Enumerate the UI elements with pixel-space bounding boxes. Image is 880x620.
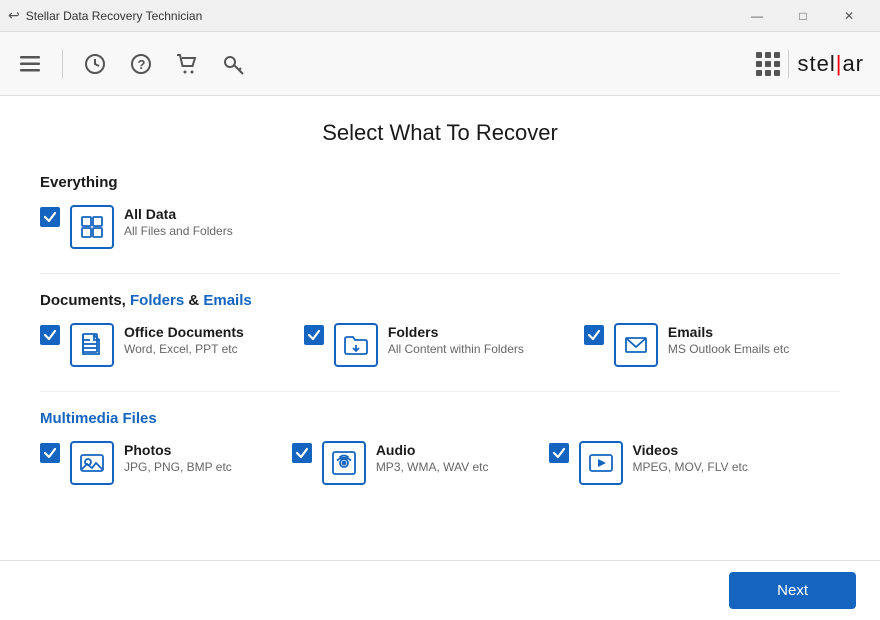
emails-desc: MS Outlook Emails etc bbox=[668, 341, 789, 358]
dot bbox=[756, 70, 762, 76]
emails-name: Emails bbox=[668, 323, 789, 341]
photos-name: Photos bbox=[124, 441, 232, 459]
section-documents: Documents, Folders & Emails bbox=[40, 292, 840, 367]
menu-icon[interactable] bbox=[16, 50, 44, 78]
section-title-multimedia: Multimedia Files bbox=[40, 410, 840, 427]
footer: Next bbox=[0, 560, 880, 620]
photos-checkbox[interactable] bbox=[40, 443, 60, 463]
close-button[interactable]: ✕ bbox=[826, 0, 872, 32]
folders-name: Folders bbox=[388, 323, 524, 341]
next-button[interactable]: Next bbox=[729, 572, 856, 609]
sep-2 bbox=[40, 391, 840, 392]
toolbar-divider bbox=[62, 50, 63, 78]
dot bbox=[774, 61, 780, 67]
audio-text: Audio MP3, WMA, WAV etc bbox=[376, 441, 489, 476]
audio-icon bbox=[322, 441, 366, 485]
maximize-button[interactable]: □ bbox=[780, 0, 826, 32]
page-title: Select What To Recover bbox=[40, 120, 840, 146]
item-all-data: All Data All Files and Folders bbox=[40, 205, 233, 249]
office-documents-text: Office Documents Word, Excel, PPT etc bbox=[124, 323, 244, 358]
sep-1 bbox=[40, 273, 840, 274]
all-data-desc: All Files and Folders bbox=[124, 223, 233, 240]
item-photos: Photos JPG, PNG, BMP etc bbox=[40, 441, 232, 485]
dot bbox=[765, 61, 771, 67]
item-folders: Folders All Content within Folders bbox=[304, 323, 524, 367]
emails-text: Emails MS Outlook Emails etc bbox=[668, 323, 789, 358]
documents-grid: Office Documents Word, Excel, PPT etc bbox=[40, 323, 840, 367]
section-title-everything: Everything bbox=[40, 174, 840, 191]
dot bbox=[756, 52, 762, 58]
logo-divider bbox=[788, 50, 789, 78]
videos-checkbox[interactable] bbox=[549, 443, 569, 463]
multimedia-grid: Photos JPG, PNG, BMP etc bbox=[40, 441, 840, 485]
dot bbox=[765, 52, 771, 58]
titlebar-controls: — □ ✕ bbox=[734, 0, 872, 32]
toolbar: ? bbox=[0, 32, 880, 96]
back-icon: ↩ bbox=[8, 7, 20, 24]
photos-icon bbox=[70, 441, 114, 485]
all-data-checkbox[interactable] bbox=[40, 207, 60, 227]
office-documents-checkbox[interactable] bbox=[40, 325, 60, 345]
item-office-documents: Office Documents Word, Excel, PPT etc bbox=[40, 323, 244, 367]
videos-text: Videos MPEG, MOV, FLV etc bbox=[633, 441, 748, 476]
item-audio: Audio MP3, WMA, WAV etc bbox=[292, 441, 489, 485]
all-data-name: All Data bbox=[124, 205, 233, 223]
photos-text: Photos JPG, PNG, BMP etc bbox=[124, 441, 232, 476]
audio-desc: MP3, WMA, WAV etc bbox=[376, 459, 489, 476]
everything-row: All Data All Files and Folders bbox=[40, 205, 840, 249]
title-emails-blue: Emails bbox=[203, 292, 251, 309]
folders-checkbox[interactable] bbox=[304, 325, 324, 345]
office-documents-desc: Word, Excel, PPT etc bbox=[124, 341, 244, 358]
toolbar-left: ? bbox=[16, 50, 247, 78]
dot bbox=[774, 70, 780, 76]
titlebar-title: Stellar Data Recovery Technician bbox=[26, 9, 203, 23]
titlebar: ↩ Stellar Data Recovery Technician — □ ✕ bbox=[0, 0, 880, 32]
logo-text: stel|ar bbox=[797, 51, 864, 77]
office-documents-icon bbox=[70, 323, 114, 367]
key-icon[interactable] bbox=[219, 50, 247, 78]
photos-desc: JPG, PNG, BMP etc bbox=[124, 459, 232, 476]
cart-icon[interactable] bbox=[173, 50, 201, 78]
app-dots-grid bbox=[756, 52, 780, 76]
section-title-documents: Documents, Folders & Emails bbox=[40, 292, 840, 309]
dot bbox=[765, 70, 771, 76]
emails-icon bbox=[614, 323, 658, 367]
stellar-logo: stel|ar bbox=[756, 50, 864, 78]
dot bbox=[774, 52, 780, 58]
main-content: Select What To Recover Everything bbox=[0, 96, 880, 560]
office-documents-name: Office Documents bbox=[124, 323, 244, 341]
all-data-icon bbox=[70, 205, 114, 249]
videos-desc: MPEG, MOV, FLV etc bbox=[633, 459, 748, 476]
folders-desc: All Content within Folders bbox=[388, 341, 524, 358]
emails-checkbox[interactable] bbox=[584, 325, 604, 345]
help-icon[interactable]: ? bbox=[127, 50, 155, 78]
dot bbox=[756, 61, 762, 67]
audio-name: Audio bbox=[376, 441, 489, 459]
videos-icon bbox=[579, 441, 623, 485]
title-folders-blue: Folders bbox=[130, 292, 184, 309]
section-multimedia: Multimedia Files Photos bbox=[40, 410, 840, 485]
videos-name: Videos bbox=[633, 441, 748, 459]
all-data-text: All Data All Files and Folders bbox=[124, 205, 233, 240]
svg-text:?: ? bbox=[138, 57, 146, 72]
minimize-button[interactable]: — bbox=[734, 0, 780, 32]
item-emails: Emails MS Outlook Emails etc bbox=[584, 323, 789, 367]
logo-cursor: | bbox=[836, 51, 843, 76]
folders-text: Folders All Content within Folders bbox=[388, 323, 524, 358]
audio-checkbox[interactable] bbox=[292, 443, 312, 463]
history-icon[interactable] bbox=[81, 50, 109, 78]
item-videos: Videos MPEG, MOV, FLV etc bbox=[549, 441, 748, 485]
section-everything: Everything All Data bbox=[40, 174, 840, 249]
titlebar-left: ↩ Stellar Data Recovery Technician bbox=[8, 7, 202, 24]
folders-icon bbox=[334, 323, 378, 367]
